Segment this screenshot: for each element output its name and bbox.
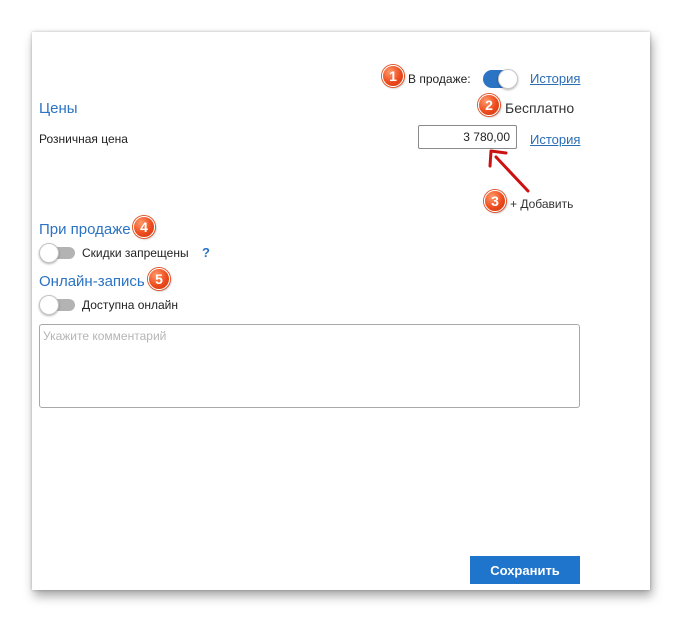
on-sale-section-title: При продаже [39,221,131,238]
edit-service-panel: 1 В продаже: История Цены 2 Бесплатно Ро… [32,32,650,590]
on-sale-label: В продаже: [408,72,471,86]
retail-price-input[interactable] [418,125,517,149]
on-sale-toggle[interactable] [483,69,518,89]
add-price-button[interactable]: + Добавить [510,197,573,211]
save-button[interactable]: Сохранить [470,556,580,584]
prices-title: Цены [39,100,78,117]
comment-textarea[interactable] [39,324,580,408]
toggle-knob [39,243,59,263]
discounts-help-link[interactable]: ? [202,245,210,260]
online-available-label: Доступна онлайн [82,298,179,312]
online-section-title: Онлайн-запись [39,273,145,290]
retail-price-history-link[interactable]: История [530,132,580,147]
discounts-label: Скидки запрещены [82,246,189,260]
callout-badge-1: 1 [382,65,404,87]
toggle-knob [39,295,59,315]
callout-badge-2: 2 [478,94,500,116]
free-label: Бесплатно [505,100,575,116]
callout-badge-4: 4 [133,216,155,238]
online-available-toggle[interactable] [39,295,75,315]
callout-badge-3: 3 [484,190,506,212]
retail-price-label: Розничная цена [39,132,128,146]
toggle-knob [498,69,518,89]
callout-badge-5: 5 [148,268,170,290]
on-sale-history-link[interactable]: История [530,71,580,86]
discounts-toggle[interactable] [39,243,75,263]
